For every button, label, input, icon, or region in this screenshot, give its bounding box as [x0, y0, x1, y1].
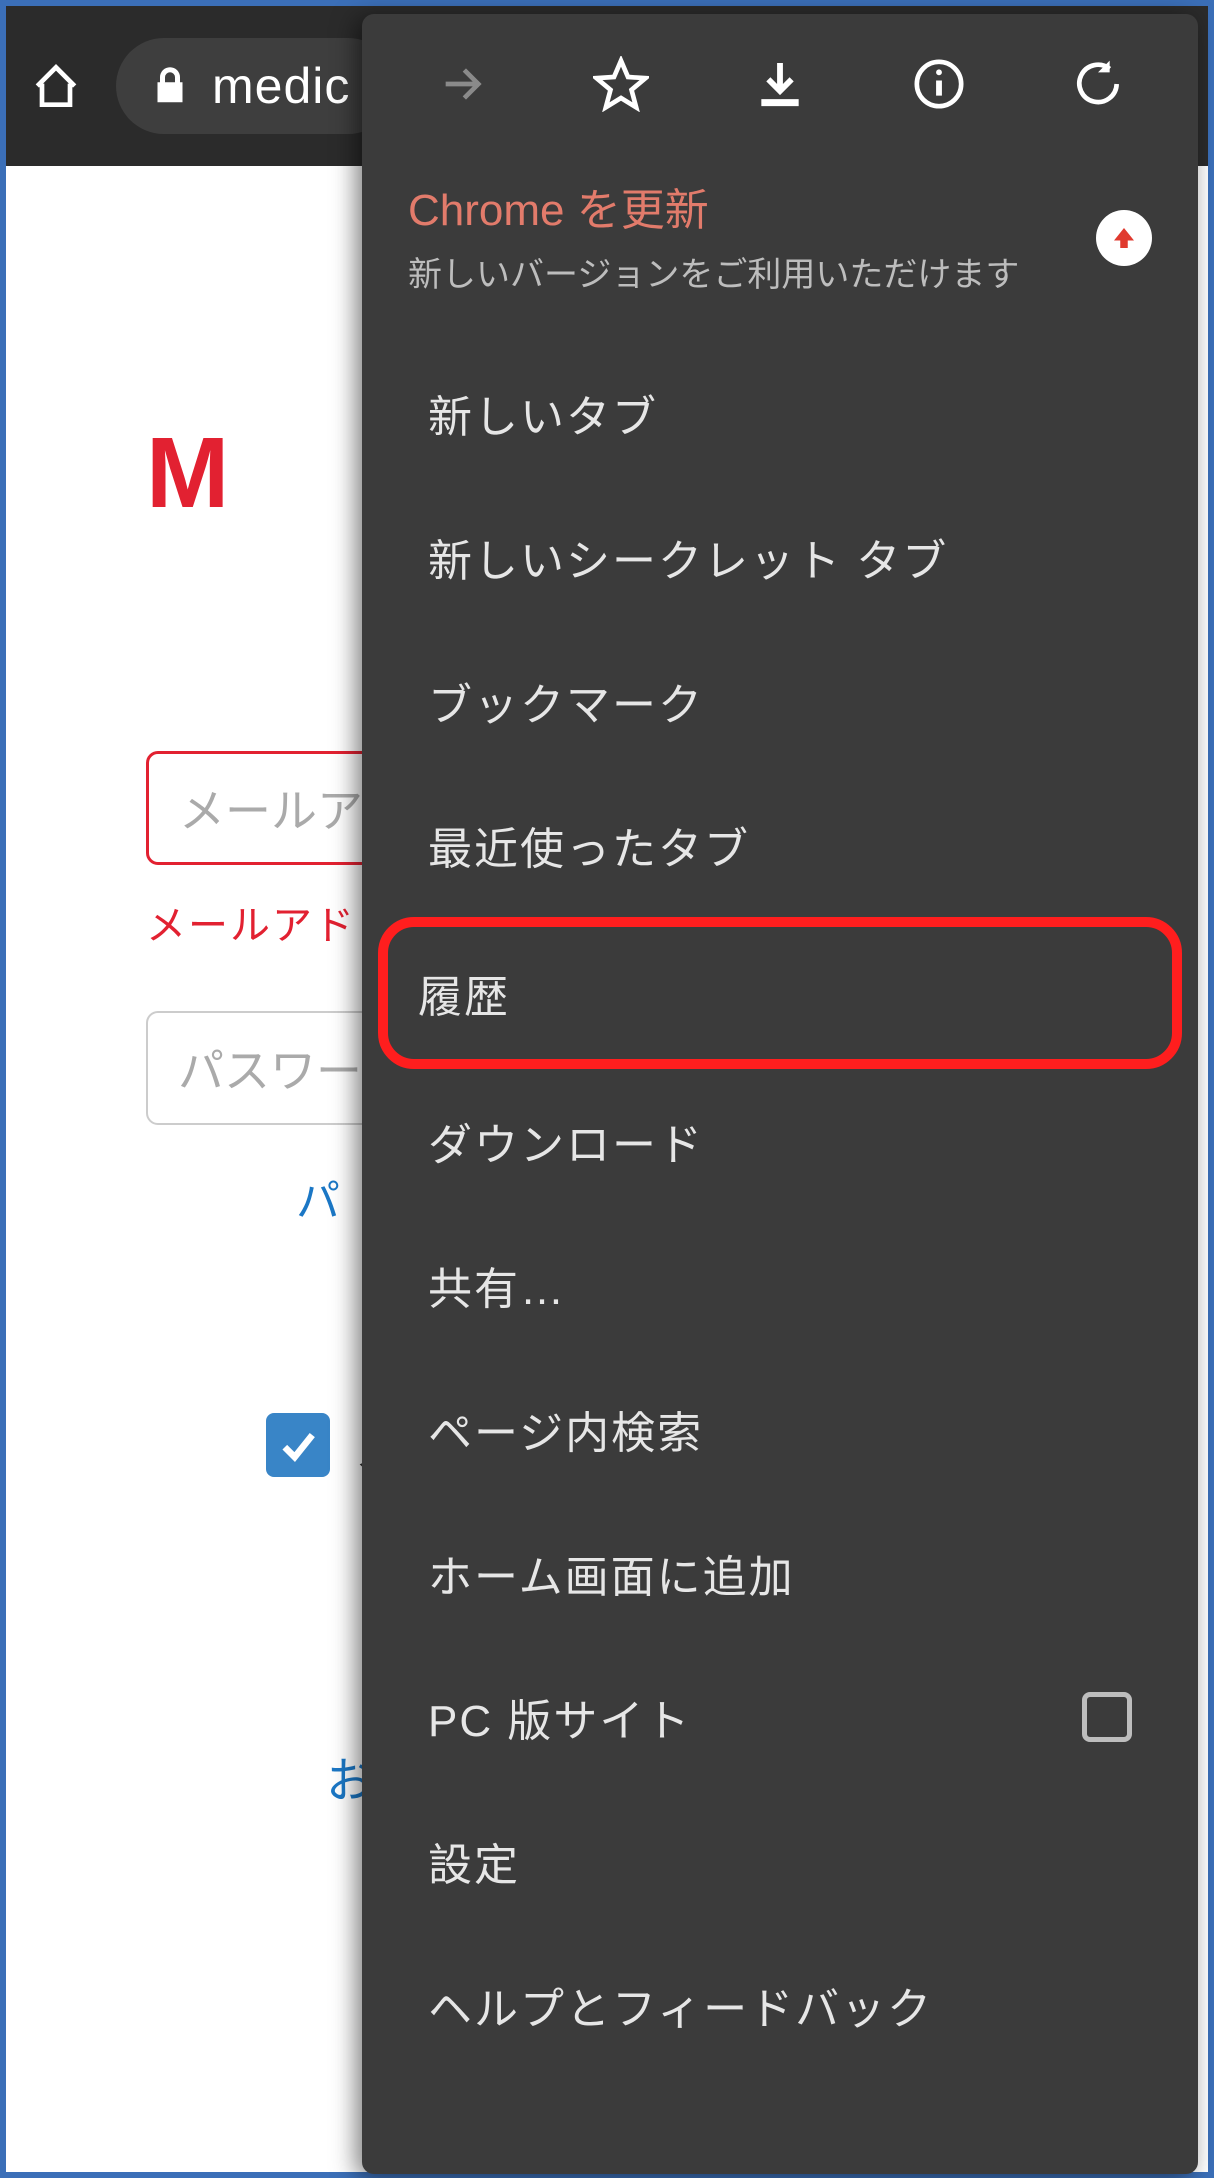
menu-item-settings[interactable]: 設定: [380, 1789, 1180, 1933]
menu-item-new-incognito-tab[interactable]: 新しいシークレット タブ: [380, 485, 1180, 629]
password-placeholder: パスワー: [178, 1035, 362, 1101]
menu-item-add-to-home-screen[interactable]: ホーム画面に追加: [380, 1501, 1180, 1645]
menu-item-downloads[interactable]: ダウンロード: [380, 1069, 1180, 1213]
menu-item-recent-tabs[interactable]: 最近使ったタブ: [380, 773, 1180, 917]
highlighted-item: 履歴: [378, 917, 1182, 1069]
menu-item-find-in-page[interactable]: ページ内検索: [380, 1357, 1180, 1501]
menu-item-bookmarks[interactable]: ブックマーク: [380, 629, 1180, 773]
reload-icon[interactable]: [1063, 49, 1133, 119]
url-bar[interactable]: medic: [116, 38, 396, 134]
menu-item-share[interactable]: 共有…: [380, 1213, 1180, 1357]
update-title: Chrome を更新: [408, 174, 1076, 238]
desktop-site-checkbox[interactable]: [1082, 1692, 1132, 1742]
remember-checkbox[interactable]: [266, 1413, 330, 1477]
menu-item-new-tab[interactable]: 新しいタブ: [380, 341, 1180, 485]
menu-list: 新しいタブ 新しいシークレット タブ ブックマーク 最近使ったタブ 履歴 ダウン…: [362, 341, 1198, 2174]
menu-icon-row: [362, 14, 1198, 154]
menu-item-history[interactable]: 履歴: [388, 927, 1172, 1059]
url-text: medic: [212, 57, 350, 115]
update-subtitle: 新しいバージョンをご利用いただけます: [408, 250, 1076, 301]
menu-item-desktop-site[interactable]: PC 版サイト: [380, 1645, 1180, 1789]
home-icon[interactable]: [26, 56, 86, 116]
star-icon[interactable]: [586, 49, 656, 119]
info-icon[interactable]: [904, 49, 974, 119]
menu-item-update-chrome[interactable]: Chrome を更新 新しいバージョンをご利用いただけます: [362, 154, 1198, 341]
update-badge-icon: [1096, 210, 1152, 266]
email-placeholder: メールア: [179, 775, 363, 841]
download-icon[interactable]: [745, 49, 815, 119]
menu-item-help-feedback[interactable]: ヘルプとフィードバック: [380, 1933, 1180, 2047]
forward-icon[interactable]: [427, 49, 497, 119]
lock-icon: [152, 64, 188, 108]
overflow-menu: Chrome を更新 新しいバージョンをご利用いただけます 新しいタブ 新しいシ…: [362, 14, 1198, 2174]
